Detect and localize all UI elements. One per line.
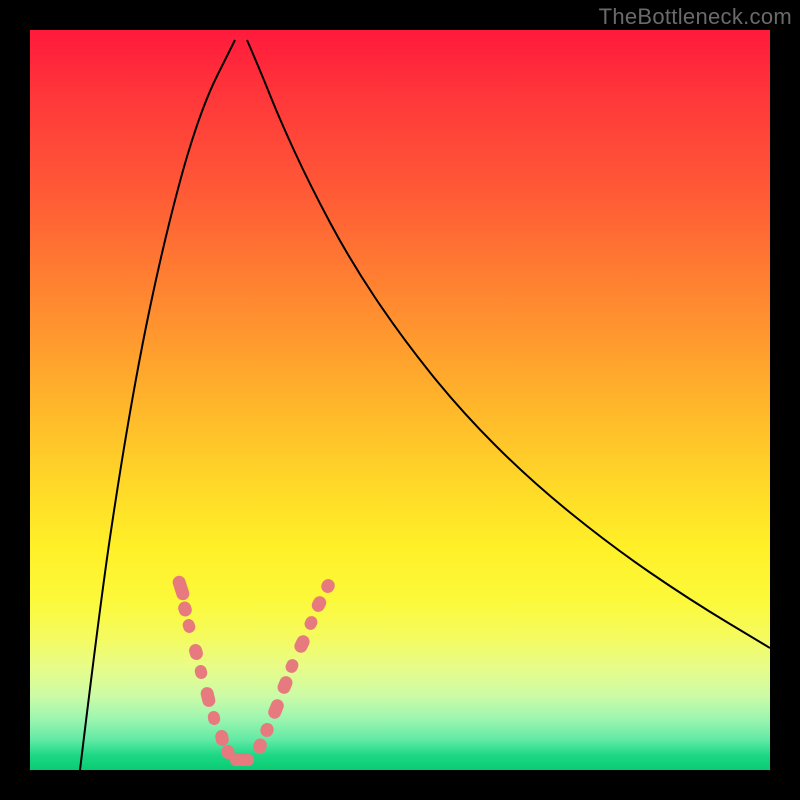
curve-left-branch	[80, 40, 235, 770]
marker-point	[230, 754, 254, 766]
curve-right-branch	[247, 40, 770, 648]
chart-frame: TheBottleneck.com	[0, 0, 800, 800]
curve-layer	[30, 30, 770, 770]
plot-area	[30, 30, 770, 770]
watermark-text: TheBottleneck.com	[599, 4, 792, 30]
